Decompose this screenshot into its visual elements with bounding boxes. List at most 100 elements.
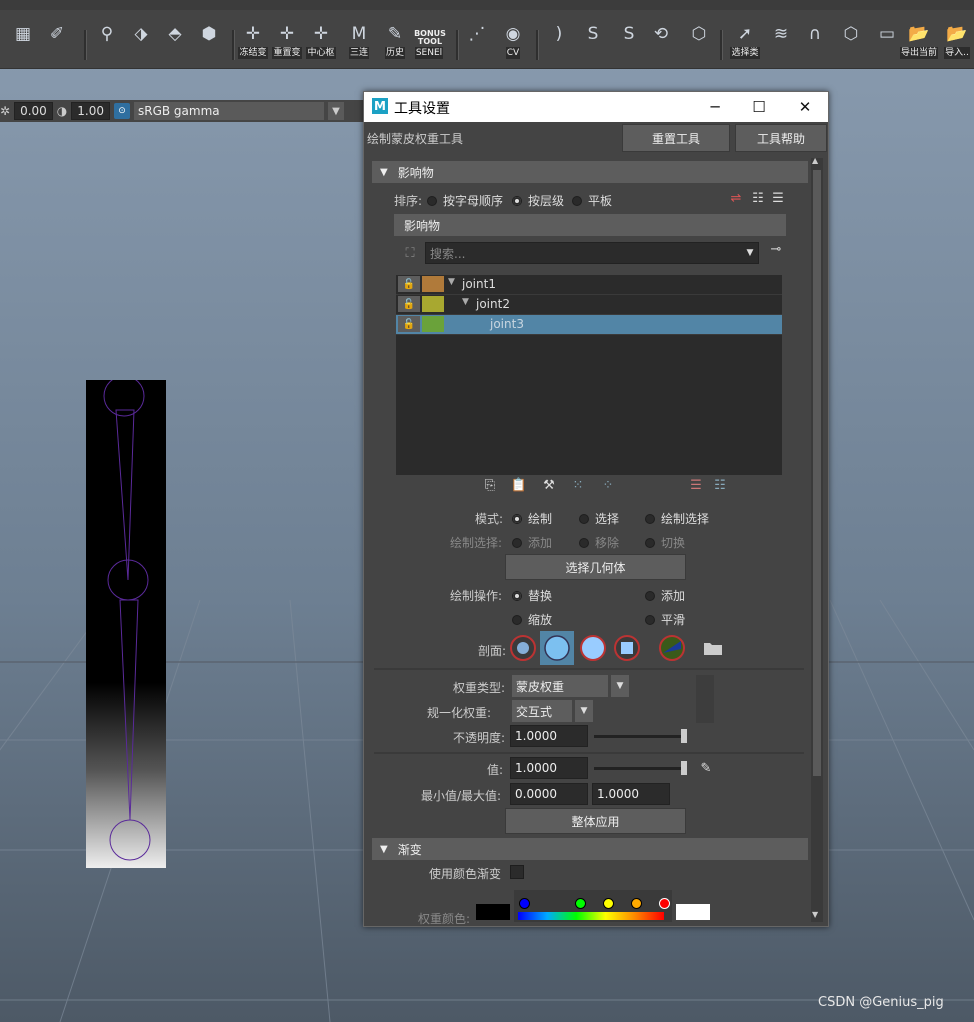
- max-value-field[interactable]: 1.0000: [592, 783, 670, 805]
- expand-triangle-icon[interactable]: ▼: [448, 277, 455, 287]
- shelf-button-sculpt[interactable]: ⬡: [684, 22, 714, 64]
- image-brush-icon[interactable]: [657, 633, 687, 663]
- shelf-button-reset-transform[interactable]: ✛ 重置变: [272, 22, 302, 64]
- color-space-select[interactable]: sRGB gamma: [133, 102, 324, 120]
- shelf-button-triangulate[interactable]: M 三连: [344, 22, 374, 64]
- shelf-button-center-pivot[interactable]: ✛ 中心枢: [306, 22, 336, 64]
- list-icon[interactable]: ☷: [748, 189, 768, 207]
- pin-icon[interactable]: ⊸: [766, 240, 786, 258]
- show-influences-icon[interactable]: ⁘: [598, 476, 618, 494]
- shelf-button-curve-b[interactable]: S: [578, 22, 608, 64]
- list-item[interactable]: 🔓 ▼ joint1: [396, 275, 782, 295]
- ramp-marker[interactable]: [659, 898, 670, 909]
- minimize-button[interactable]: ─: [700, 96, 730, 118]
- shelf-button-ribbon[interactable]: ≋: [766, 22, 796, 64]
- exposure-field[interactable]: 0.00: [14, 102, 53, 120]
- chevron-down-icon[interactable]: ▼: [610, 675, 629, 697]
- scroll-up-icon[interactable]: ▲: [812, 156, 818, 165]
- joint-color-swatch[interactable]: [422, 296, 444, 312]
- shelf-button-cube[interactable]: ⬢: [194, 22, 224, 64]
- close-button[interactable]: ✕: [790, 96, 820, 118]
- paint-select-remove-radio[interactable]: 移除: [579, 534, 619, 551]
- influence-list[interactable]: 🔓 ▼ joint1 🔓 ▼ joint2 🔓 joint3: [396, 275, 782, 475]
- mode-paint-radio[interactable]: 绘制: [512, 510, 552, 527]
- shelf-button-curve-a[interactable]: ): [544, 22, 574, 64]
- square-brush-icon[interactable]: [612, 633, 642, 663]
- lock-icon[interactable]: 🔓: [398, 316, 420, 332]
- shelf-button-curve-c[interactable]: S: [614, 22, 644, 64]
- shelf-button-connect[interactable]: ⋰: [462, 22, 492, 64]
- shelf-button-select-type[interactable]: ➚ 选择类: [730, 22, 760, 64]
- sort-flat-radio[interactable]: 平板: [572, 192, 612, 209]
- soft-brush-icon[interactable]: [540, 631, 574, 665]
- list-item[interactable]: 🔓 joint3: [396, 315, 782, 335]
- weight-type-select[interactable]: 蒙皮权重: [512, 675, 608, 697]
- refresh-icon[interactable]: ⇌: [726, 189, 746, 207]
- joint-color-swatch[interactable]: [422, 276, 444, 292]
- tool-help-button[interactable]: 工具帮助: [735, 124, 827, 152]
- shelf-button-cv-curve[interactable]: ◉ CV: [498, 22, 528, 64]
- paste-weights-icon[interactable]: 📋: [509, 476, 529, 494]
- expand-triangle-icon[interactable]: ▼: [462, 297, 469, 307]
- solid-brush-icon[interactable]: [578, 633, 608, 663]
- flood-button[interactable]: 整体应用: [505, 808, 686, 834]
- paint-op-add-radio[interactable]: 添加: [645, 587, 685, 604]
- shelf-button-pivot[interactable]: ⚲: [92, 22, 122, 64]
- max-color-swatch[interactable]: [676, 904, 710, 920]
- select-geometry-button[interactable]: 选择几何体: [505, 554, 686, 580]
- copy-weights-icon[interactable]: ⎘: [480, 476, 500, 494]
- ramp-marker[interactable]: [519, 898, 530, 909]
- shelf-button-plane[interactable]: ⬘: [160, 22, 190, 64]
- gradient-section-header[interactable]: ▼ 渐变: [372, 838, 808, 860]
- chevron-down-icon[interactable]: ▼: [327, 102, 344, 120]
- weight-hammer-icon[interactable]: ⚒: [539, 476, 559, 494]
- eyedropper-icon[interactable]: ✎: [696, 759, 716, 777]
- shelf-button-cube-move[interactable]: ⬗: [126, 22, 156, 64]
- gaussian-brush-icon[interactable]: [508, 633, 538, 663]
- sort-alphabetical-radio[interactable]: 按字母顺序: [427, 192, 503, 209]
- reset-tool-button[interactable]: 重置工具: [622, 124, 730, 152]
- paint-select-add-radio[interactable]: 添加: [512, 534, 552, 551]
- chevron-down-icon[interactable]: ▼: [740, 244, 760, 262]
- shelf-button-bend[interactable]: ∩: [800, 22, 830, 64]
- joint-color-swatch[interactable]: [422, 316, 444, 332]
- list-item[interactable]: 🔓 ▼ joint2: [396, 295, 782, 315]
- list-expand-icon[interactable]: ☷: [710, 476, 730, 494]
- shelf-button-freeze-transform[interactable]: ✛ 冻结变: [238, 22, 268, 64]
- normalize-select[interactable]: 交互式: [512, 700, 572, 722]
- shelf-button-export-current[interactable]: 📂 导出当前: [900, 22, 939, 64]
- min-color-swatch[interactable]: [476, 904, 510, 920]
- sort-hierarchy-radio[interactable]: 按层级: [512, 192, 564, 209]
- shelf-button-lattice[interactable]: ⬡: [836, 22, 866, 64]
- mode-select-radio[interactable]: 选择: [579, 510, 619, 527]
- skinned-mesh[interactable]: [86, 380, 166, 870]
- scrollbar[interactable]: ▲ ▼: [811, 156, 823, 922]
- mode-paint-select-radio[interactable]: 绘制选择: [645, 510, 709, 527]
- shelf-button-grid[interactable]: ▦: [8, 22, 38, 64]
- value-slider[interactable]: [594, 767, 686, 770]
- paint-op-smooth-radio[interactable]: 平滑: [645, 611, 685, 628]
- color-ramp[interactable]: [514, 890, 672, 922]
- list-collapse-icon[interactable]: ☰: [686, 476, 706, 494]
- paint-op-scale-radio[interactable]: 缩放: [512, 611, 552, 628]
- search-input[interactable]: 搜索...: [425, 242, 759, 264]
- ramp-marker[interactable]: [575, 898, 586, 909]
- paint-op-replace-radio[interactable]: 替换: [512, 587, 552, 604]
- folder-icon[interactable]: [698, 633, 728, 663]
- min-value-field[interactable]: 0.0000: [510, 783, 588, 805]
- gamma-field[interactable]: 1.00: [71, 102, 110, 120]
- scrollbar-thumb[interactable]: [813, 170, 821, 776]
- shelf-button-history[interactable]: ✎ 历史: [380, 22, 410, 64]
- ramp-marker[interactable]: [603, 898, 614, 909]
- value-field[interactable]: 1.0000: [510, 757, 588, 779]
- opacity-slider[interactable]: [594, 735, 686, 738]
- shelf-button-lasso[interactable]: ⟲: [646, 22, 676, 64]
- shelf-button-import[interactable]: 📂 导入..: [942, 22, 972, 64]
- maximize-button[interactable]: ☐: [744, 96, 774, 118]
- opacity-field[interactable]: 1.0000: [510, 725, 588, 747]
- ramp-marker[interactable]: [631, 898, 642, 909]
- opacity-slider-handle[interactable]: [681, 729, 687, 743]
- color-management-icon[interactable]: ⊙: [113, 103, 130, 119]
- chevron-down-icon[interactable]: ▼: [574, 700, 593, 722]
- scroll-down-icon[interactable]: ▼: [812, 910, 818, 919]
